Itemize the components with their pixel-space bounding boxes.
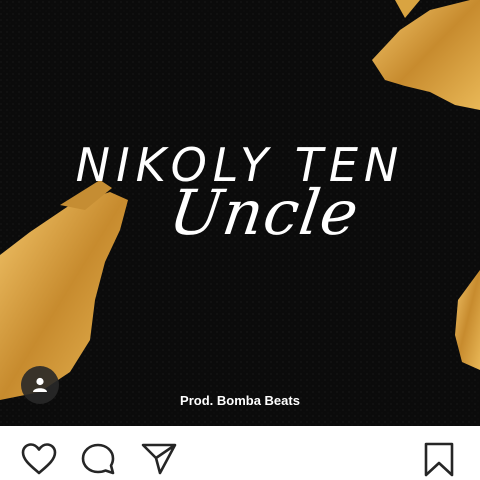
share-button[interactable] [140,442,180,476]
comment-icon [81,443,115,475]
like-button[interactable] [20,442,60,476]
bookmark-icon [424,442,454,477]
post-image[interactable]: NIKOLY TEN Uncle Prod. Bomba Beats [0,0,480,426]
user-icon[interactable] [21,366,59,404]
send-icon [141,443,177,475]
producer-credit: Prod. Bomba Beats [180,393,300,408]
save-button[interactable] [420,442,460,477]
heart-icon [21,443,57,475]
comment-button[interactable] [80,442,120,476]
post-action-bar [0,426,480,480]
song-title: Uncle [164,176,364,249]
